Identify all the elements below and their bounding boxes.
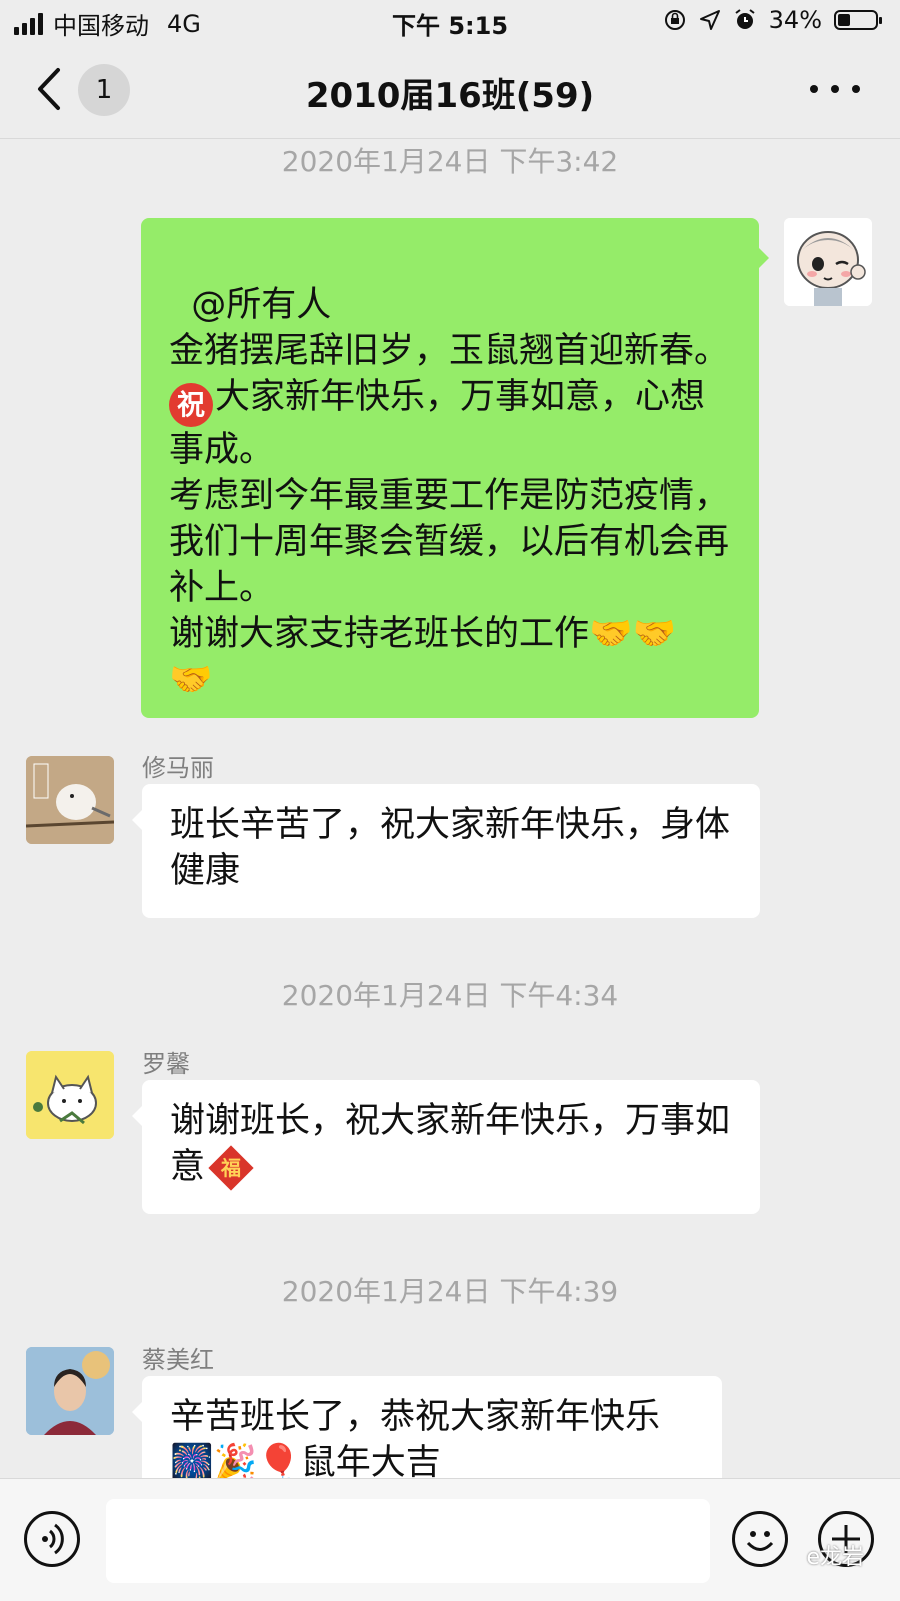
message-input[interactable]: [106, 1499, 710, 1583]
watermark-text: e龙岩: [806, 1545, 864, 1570]
voice-button[interactable]: [24, 1511, 80, 1567]
fu-emoji-icon: 福: [208, 1145, 254, 1191]
battery-percent: 34%: [768, 6, 822, 34]
incoming-message-bubble[interactable]: 谢谢班长，祝大家新年快乐，万事如意福: [132, 1080, 760, 1214]
more-button[interactable]: [810, 74, 860, 104]
message-timestamp: 2020年1月24日 下午3:42: [281, 145, 619, 178]
message-text-rest: 大家新年快乐，万事如意，心想事成。 考虑到今年最重要工作是防范疫情，我们十周年聚…: [169, 377, 730, 700]
outgoing-message-bubble[interactable]: @所有人 金猪摆尾辞旧岁，玉鼠翘首迎新春。 祝大家新年快乐，万事如意，心想事成。…: [141, 218, 769, 718]
message-timestamp: 2020年1月24日 下午4:39: [281, 1275, 619, 1308]
my-avatar[interactable]: [784, 218, 872, 306]
message-text-line: @所有人 金猪摆尾辞旧岁，玉鼠翘首迎新春。: [169, 285, 730, 371]
message-text: 谢谢班长，祝大家新年快乐，万事如意: [170, 1101, 731, 1187]
chat-input-bar: e龙岩: [0, 1478, 900, 1601]
voice-icon: [42, 1523, 64, 1555]
message-timestamp: 2020年1月24日 下午4:34: [281, 979, 619, 1012]
status-bar: 中国移动 4G 下午 5:15 34%: [0, 0, 900, 44]
sender-name: 罗馨: [142, 1050, 190, 1078]
sender-avatar[interactable]: [26, 1347, 114, 1435]
alarm-icon: [735, 9, 755, 29]
cat-sticker-icon: [26, 1051, 114, 1139]
bird-photo-icon: [26, 756, 114, 844]
incoming-message-bubble[interactable]: 班长辛苦了，祝大家新年快乐，身体健康: [132, 784, 760, 918]
location-icon: [699, 10, 720, 30]
sender-name: 修马丽: [142, 754, 214, 782]
emoji-icon: [746, 1531, 774, 1551]
rotation-lock-icon: [664, 10, 685, 30]
sender-avatar[interactable]: [26, 756, 114, 844]
emoji-button[interactable]: [732, 1511, 788, 1567]
chat-header: 1 2010届16班(59): [0, 44, 900, 139]
battery-icon: [834, 10, 882, 30]
chat-title: 2010届16班(59): [305, 76, 595, 116]
sender-name: 蔡美红: [142, 1346, 214, 1374]
cartoon-avatar-icon: [784, 218, 872, 306]
sender-avatar[interactable]: [26, 1051, 114, 1139]
person-photo-icon: [26, 1347, 114, 1435]
status-right: 34%: [663, 6, 882, 34]
zhu-emoji-icon: 祝: [169, 383, 213, 427]
more-dots-icon: [810, 85, 818, 93]
